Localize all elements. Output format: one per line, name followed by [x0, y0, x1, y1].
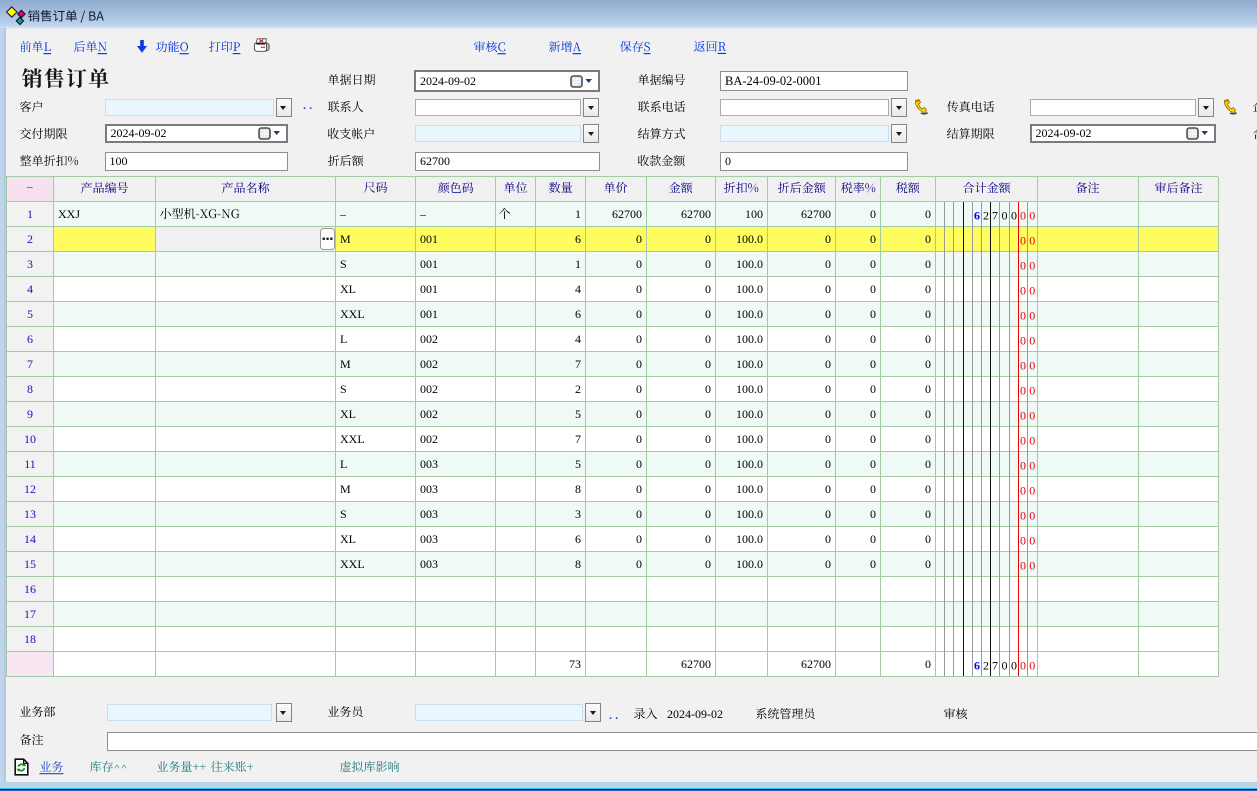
svg-text:0: 0: [1002, 659, 1008, 673]
svg-text:0: 0: [1029, 459, 1035, 473]
svg-text:0: 0: [1011, 659, 1017, 673]
svg-text:0: 0: [1029, 234, 1035, 248]
svg-text:0: 0: [1029, 209, 1035, 223]
svg-text:0: 0: [1020, 484, 1026, 498]
svg-text:0: 0: [1029, 409, 1035, 423]
svg-text:0: 0: [1020, 409, 1026, 423]
svg-text:2: 2: [983, 209, 989, 223]
svg-text:6: 6: [974, 659, 980, 673]
svg-text:0: 0: [1020, 559, 1026, 573]
svg-text:0: 0: [1020, 534, 1026, 548]
svg-text:0: 0: [1020, 209, 1026, 223]
svg-text:0: 0: [1029, 559, 1035, 573]
svg-text:0: 0: [1029, 259, 1035, 273]
svg-text:7: 7: [992, 209, 998, 223]
svg-text:0: 0: [1020, 359, 1026, 373]
svg-text:0: 0: [1002, 209, 1008, 223]
svg-text:0: 0: [1020, 434, 1026, 448]
svg-text:7: 7: [992, 659, 998, 673]
svg-text:0: 0: [1020, 309, 1026, 323]
svg-text:0: 0: [1029, 534, 1035, 548]
svg-text:0: 0: [1020, 284, 1026, 298]
svg-text:0: 0: [1029, 434, 1035, 448]
svg-text:0: 0: [1020, 459, 1026, 473]
svg-text:2: 2: [983, 659, 989, 673]
svg-text:0: 0: [1029, 659, 1035, 673]
svg-text:0: 0: [1020, 334, 1026, 348]
svg-text:0: 0: [1029, 484, 1035, 498]
svg-text:0: 0: [1020, 384, 1026, 398]
svg-text:0: 0: [1029, 334, 1035, 348]
svg-text:0: 0: [1020, 259, 1026, 273]
svg-text:0: 0: [1029, 384, 1035, 398]
svg-text:0: 0: [1029, 509, 1035, 523]
svg-text:0: 0: [1011, 209, 1017, 223]
svg-text:0: 0: [1029, 359, 1035, 373]
svg-text:0: 0: [1020, 509, 1026, 523]
svg-text:0: 0: [1020, 234, 1026, 248]
svg-text:0: 0: [1029, 309, 1035, 323]
svg-text:6: 6: [974, 209, 980, 223]
svg-text:0: 0: [1020, 659, 1026, 673]
svg-text:0: 0: [1029, 284, 1035, 298]
